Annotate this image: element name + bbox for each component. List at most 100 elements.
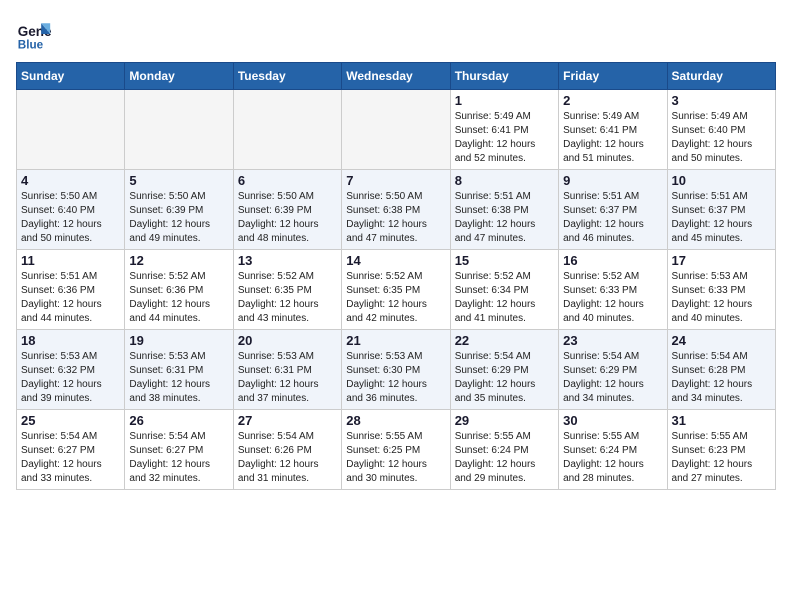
week-row-4: 18 Sunrise: 5:53 AMSunset: 6:32 PMDayligh…	[17, 330, 776, 410]
day-info: Sunrise: 5:52 AMSunset: 6:34 PMDaylight:…	[455, 270, 554, 326]
day-info: Sunrise: 5:54 AMSunset: 6:26 PMDaylight:…	[238, 430, 337, 486]
day-info: Sunrise: 5:53 AMSunset: 6:32 PMDaylight:…	[21, 350, 120, 406]
calendar-cell: 12Sunrise: 5:52 AMSunset: 6:36 PMDayligh…	[125, 250, 233, 330]
calendar-body: 1 Sunrise: 5:49 AMSunset: 6:41 PMDaylight…	[17, 90, 776, 490]
calendar-cell: 23Sunrise: 5:54 AMSunset: 6:29 PMDayligh…	[559, 330, 667, 410]
calendar-cell: 4 Sunrise: 5:50 AMSunset: 6:40 PMDaylight…	[17, 170, 125, 250]
calendar-cell: 16 Sunrise: 5:52 AMSunset: 6:33 PMDayligh…	[559, 250, 667, 330]
calendar-cell: 26 Sunrise: 5:54 AMSunset: 6:27 PMDayligh…	[125, 410, 233, 490]
day-info: Sunrise: 5:53 AMSunset: 6:31 PMDaylight:…	[129, 350, 228, 406]
header-saturday: Saturday	[667, 63, 775, 90]
day-info: Sunrise: 5:50 AMSunset: 6:38 PMDaylight:…	[346, 190, 445, 246]
day-number: 24	[672, 333, 771, 348]
calendar-cell: 30 Sunrise: 5:55 AMSunset: 6:24 PMDayligh…	[559, 410, 667, 490]
calendar-cell: 9 Sunrise: 5:51 AMSunset: 6:37 PMDaylight…	[559, 170, 667, 250]
day-info: Sunrise: 5:49 AMSunset: 6:41 PMDaylight:…	[563, 110, 662, 166]
day-info: Sunrise: 5:55 AMSunset: 6:25 PMDaylight:…	[346, 430, 445, 486]
day-number: 4	[21, 173, 120, 188]
calendar-cell: 2 Sunrise: 5:49 AMSunset: 6:41 PMDaylight…	[559, 90, 667, 170]
day-info: Sunrise: 5:54 AMSunset: 6:27 PMDaylight:…	[129, 430, 228, 486]
day-number: 19	[129, 333, 228, 348]
day-number: 31	[672, 413, 771, 428]
logo-icon: General Blue	[16, 16, 52, 52]
day-info: Sunrise: 5:50 AMSunset: 6:39 PMDaylight:…	[129, 190, 228, 246]
calendar-cell: 25 Sunrise: 5:54 AMSunset: 6:27 PMDayligh…	[17, 410, 125, 490]
day-info: Sunrise: 5:53 AMSunset: 6:33 PMDaylight:…	[672, 270, 771, 326]
day-info: Sunrise: 5:52 AMSunset: 6:35 PMDaylight:…	[238, 270, 337, 326]
week-row-2: 4 Sunrise: 5:50 AMSunset: 6:40 PMDaylight…	[17, 170, 776, 250]
day-number: 28	[346, 413, 445, 428]
calendar-table: SundayMondayTuesdayWednesdayThursdayFrid…	[16, 62, 776, 490]
day-info: Sunrise: 5:52 AMSunset: 6:36 PMDaylight:…	[129, 270, 228, 326]
calendar-cell: 14 Sunrise: 5:52 AMSunset: 6:35 PMDayligh…	[342, 250, 450, 330]
day-number: 26	[129, 413, 228, 428]
day-info: Sunrise: 5:55 AMSunset: 6:24 PMDaylight:…	[455, 430, 554, 486]
calendar-cell: 15Sunrise: 5:52 AMSunset: 6:34 PMDayligh…	[450, 250, 558, 330]
calendar-cell: 18 Sunrise: 5:53 AMSunset: 6:32 PMDayligh…	[17, 330, 125, 410]
day-number: 14	[346, 253, 445, 268]
day-info: Sunrise: 5:53 AMSunset: 6:31 PMDaylight:…	[238, 350, 337, 406]
calendar-cell	[17, 90, 125, 170]
calendar-cell: 7Sunrise: 5:50 AMSunset: 6:38 PMDaylight…	[342, 170, 450, 250]
header-friday: Friday	[559, 63, 667, 90]
calendar-cell: 27 Sunrise: 5:54 AMSunset: 6:26 PMDayligh…	[233, 410, 341, 490]
calendar-cell	[125, 90, 233, 170]
day-info: Sunrise: 5:51 AMSunset: 6:38 PMDaylight:…	[455, 190, 554, 246]
day-number: 1	[455, 93, 554, 108]
day-info: Sunrise: 5:55 AMSunset: 6:24 PMDaylight:…	[563, 430, 662, 486]
day-number: 29	[455, 413, 554, 428]
calendar-cell: 22 Sunrise: 5:54 AMSunset: 6:29 PMDayligh…	[450, 330, 558, 410]
calendar-cell: 20 Sunrise: 5:53 AMSunset: 6:31 PMDayligh…	[233, 330, 341, 410]
svg-text:Blue: Blue	[18, 38, 44, 51]
calendar-cell: 8 Sunrise: 5:51 AMSunset: 6:38 PMDaylight…	[450, 170, 558, 250]
calendar-cell: 1Sunrise: 5:49 AMSunset: 6:41 PMDaylight…	[450, 90, 558, 170]
day-info: Sunrise: 5:51 AMSunset: 6:36 PMDaylight:…	[21, 270, 120, 326]
day-info: Sunrise: 5:49 AMSunset: 6:40 PMDaylight:…	[672, 110, 771, 166]
calendar-cell: 24Sunrise: 5:54 AMSunset: 6:28 PMDayligh…	[667, 330, 775, 410]
day-info: Sunrise: 5:50 AMSunset: 6:40 PMDaylight:…	[21, 190, 120, 246]
calendar-cell: 11 Sunrise: 5:51 AMSunset: 6:36 PMDayligh…	[17, 250, 125, 330]
day-number: 11	[21, 253, 120, 268]
day-number: 20	[238, 333, 337, 348]
header-wednesday: Wednesday	[342, 63, 450, 90]
day-info: Sunrise: 5:50 AMSunset: 6:39 PMDaylight:…	[238, 190, 337, 246]
calendar-cell: 19 Sunrise: 5:53 AMSunset: 6:31 PMDayligh…	[125, 330, 233, 410]
calendar-cell: 5 Sunrise: 5:50 AMSunset: 6:39 PMDaylight…	[125, 170, 233, 250]
header-tuesday: Tuesday	[233, 63, 341, 90]
week-row-3: 11 Sunrise: 5:51 AMSunset: 6:36 PMDayligh…	[17, 250, 776, 330]
day-info: Sunrise: 5:53 AMSunset: 6:30 PMDaylight:…	[346, 350, 445, 406]
calendar-header: SundayMondayTuesdayWednesdayThursdayFrid…	[17, 63, 776, 90]
header-row: SundayMondayTuesdayWednesdayThursdayFrid…	[17, 63, 776, 90]
day-info: Sunrise: 5:52 AMSunset: 6:33 PMDaylight:…	[563, 270, 662, 326]
week-row-5: 25 Sunrise: 5:54 AMSunset: 6:27 PMDayligh…	[17, 410, 776, 490]
day-info: Sunrise: 5:54 AMSunset: 6:27 PMDaylight:…	[21, 430, 120, 486]
day-number: 5	[129, 173, 228, 188]
day-number: 9	[563, 173, 662, 188]
day-number: 27	[238, 413, 337, 428]
day-number: 22	[455, 333, 554, 348]
header-sunday: Sunday	[17, 63, 125, 90]
day-number: 18	[21, 333, 120, 348]
day-number: 23	[563, 333, 662, 348]
day-number: 10	[672, 173, 771, 188]
day-info: Sunrise: 5:51 AMSunset: 6:37 PMDaylight:…	[563, 190, 662, 246]
week-row-1: 1 Sunrise: 5:49 AMSunset: 6:41 PMDaylight…	[17, 90, 776, 170]
calendar-cell: 17 Sunrise: 5:53 AMSunset: 6:33 PMDayligh…	[667, 250, 775, 330]
page-header: General Blue	[16, 16, 776, 52]
day-number: 6	[238, 173, 337, 188]
day-number: 25	[21, 413, 120, 428]
calendar-cell: 21Sunrise: 5:53 AMSunset: 6:30 PMDayligh…	[342, 330, 450, 410]
day-number: 16	[563, 253, 662, 268]
calendar-cell: 3Sunrise: 5:49 AMSunset: 6:40 PMDaylight…	[667, 90, 775, 170]
calendar-cell: 29 Sunrise: 5:55 AMSunset: 6:24 PMDayligh…	[450, 410, 558, 490]
day-number: 17	[672, 253, 771, 268]
header-thursday: Thursday	[450, 63, 558, 90]
day-number: 13	[238, 253, 337, 268]
day-info: Sunrise: 5:52 AMSunset: 6:35 PMDaylight:…	[346, 270, 445, 326]
calendar-cell	[342, 90, 450, 170]
logo: General Blue	[16, 16, 52, 52]
day-info: Sunrise: 5:54 AMSunset: 6:29 PMDaylight:…	[455, 350, 554, 406]
day-number: 30	[563, 413, 662, 428]
day-number: 2	[563, 93, 662, 108]
day-number: 8	[455, 173, 554, 188]
